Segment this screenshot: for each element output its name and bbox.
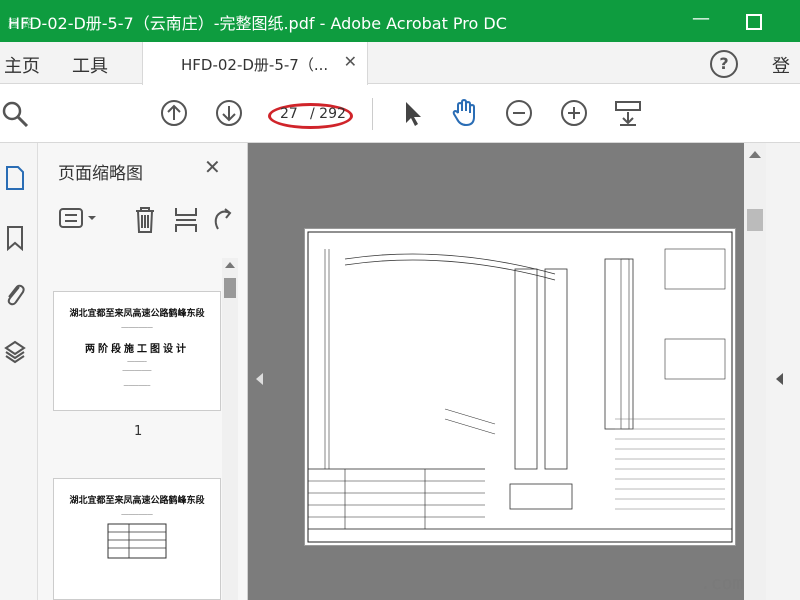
tab-bar: 主页 工具 bbox=[0, 42, 800, 84]
expand-right-pane-icon[interactable] bbox=[776, 373, 783, 385]
tab-document[interactable]: HFD-02-D册-5-7（... ✕ bbox=[142, 42, 368, 85]
extract-page-icon[interactable] bbox=[173, 205, 199, 235]
thumbnail-table-graphic bbox=[107, 523, 167, 559]
document-tab-label: HFD-02-D册-5-7（... bbox=[181, 56, 329, 74]
thumbnail-heading: 湖北宜都至来凤高速公路鹤峰东段 bbox=[69, 496, 205, 506]
scroll-up-icon[interactable] bbox=[749, 151, 761, 158]
delete-icon[interactable] bbox=[132, 205, 158, 235]
thumbnail-meta: ───────────── bbox=[121, 512, 153, 517]
minimize-icon[interactable]: — bbox=[692, 8, 710, 29]
thumbnail-meta: ───────────── bbox=[121, 325, 153, 330]
viewer-scrollbar[interactable] bbox=[744, 143, 766, 600]
thumbnail-page-label: 1 bbox=[134, 424, 143, 439]
thumbnail-meta: ──────── bbox=[127, 359, 147, 364]
title-bar: 趣 路 HFD-02-D册-5-7（云南庄）-完整图纸.pdf - Adobe … bbox=[0, 0, 800, 42]
left-icon-rail bbox=[0, 143, 38, 600]
signin-button[interactable]: 登 bbox=[772, 52, 790, 78]
thumbnail-heading: 湖北宜都至来凤高速公路鹤峰东段 bbox=[69, 309, 205, 319]
close-tab-icon[interactable]: ✕ bbox=[344, 52, 357, 71]
panel-scroll-thumb[interactable] bbox=[224, 278, 236, 298]
hand-tool-icon[interactable] bbox=[450, 99, 478, 127]
thumbnail-title: 两阶段施工图设计 bbox=[85, 344, 189, 355]
right-panel-toggle-bar bbox=[766, 143, 800, 600]
maximize-icon[interactable] bbox=[746, 14, 762, 30]
window-title: HFD-02-D册-5-7（云南庄）-完整图纸.pdf - Adobe Acro… bbox=[8, 14, 507, 33]
viewer-scroll-thumb[interactable] bbox=[747, 209, 763, 231]
page-thumbnails-icon[interactable] bbox=[4, 165, 26, 191]
tab-home[interactable]: 主页 bbox=[4, 52, 40, 78]
toolbar-divider bbox=[372, 98, 373, 130]
page-thumbnail[interactable]: 湖北宜都至来凤高速公路鹤峰东段 ───────────── bbox=[53, 478, 221, 600]
next-page-icon[interactable] bbox=[215, 99, 243, 127]
rotate-icon[interactable] bbox=[210, 205, 236, 235]
tab-tools[interactable]: 工具 bbox=[72, 52, 108, 78]
thumbnail-meta: ─────────── bbox=[123, 383, 151, 388]
zoom-in-icon[interactable] bbox=[560, 99, 588, 127]
previous-page-icon[interactable] bbox=[160, 99, 188, 127]
engineering-drawing bbox=[305, 229, 735, 545]
page-number-input[interactable]: 27 bbox=[280, 106, 298, 122]
search-icon[interactable] bbox=[2, 99, 30, 127]
toolbar bbox=[0, 85, 800, 143]
scroll-up-icon[interactable] bbox=[225, 262, 235, 268]
help-icon[interactable]: ? bbox=[710, 50, 738, 78]
options-menu-icon[interactable] bbox=[58, 205, 102, 233]
thumbnails-panel: 页面缩略图 ✕ 湖北宜都至来凤高速公路鹤峰东段 ───────────── 两阶… bbox=[38, 143, 248, 600]
panel-scrollbar[interactable] bbox=[222, 258, 238, 600]
layers-icon[interactable] bbox=[4, 339, 26, 365]
close-panel-icon[interactable]: ✕ bbox=[204, 155, 221, 179]
select-cursor-icon[interactable] bbox=[398, 99, 426, 127]
page-total-label: / 292 bbox=[310, 106, 346, 122]
bookmark-icon[interactable] bbox=[4, 225, 26, 251]
fit-width-icon[interactable] bbox=[614, 99, 642, 127]
panel-title: 页面缩略图 bbox=[58, 164, 143, 184]
footer-watermark: .com bbox=[700, 573, 744, 594]
collapse-left-icon[interactable] bbox=[256, 373, 263, 385]
zoom-out-icon[interactable] bbox=[505, 99, 533, 127]
pdf-page[interactable] bbox=[304, 228, 736, 546]
thumbnail-meta: ──────────── bbox=[122, 368, 152, 373]
page-thumbnail[interactable]: 湖北宜都至来凤高速公路鹤峰东段 ───────────── 两阶段施工图设计 ─… bbox=[53, 291, 221, 411]
attachment-icon[interactable] bbox=[4, 281, 26, 307]
